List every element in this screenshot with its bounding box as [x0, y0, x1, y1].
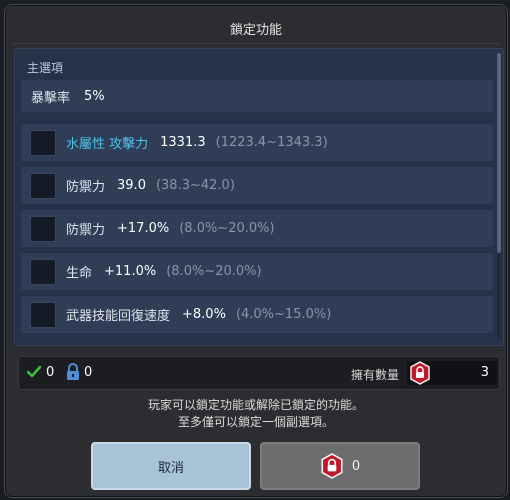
sub-stat-lock-checkbox[interactable] [30, 172, 56, 199]
main-stat-name: 暴擊率 [31, 90, 71, 106]
lock-gem-icon [410, 361, 430, 385]
sub-stat-range: (8.0%~20.0%) [179, 221, 275, 236]
sub-stat-row[interactable]: 水屬性 攻擊力 1331.3 (1223.4~1343.3) [21, 124, 493, 161]
lock-confirm-button[interactable]: 0 [260, 442, 420, 490]
sub-stat-row[interactable]: 防禦力 39.0 (38.3~42.0) [21, 167, 493, 204]
sub-stat-range: (8.0%~20.0%) [166, 264, 262, 279]
sub-stat-name: 生命 [66, 266, 93, 281]
sub-stat-name: 武器技能回復速度 [66, 309, 171, 324]
locked-count: 0 [84, 365, 93, 380]
check-icon [27, 365, 41, 378]
sub-stat-range: (1223.4~1343.3) [215, 135, 328, 150]
sub-stat-name: 防禦力 [66, 223, 106, 238]
owned-count-label: 擁有數量 [351, 368, 400, 382]
lock-function-dialog: 鎖定功能 主選項 暴擊率 5% 水屬性 攻擊力 1331.3 (1223.4~1… [4, 4, 508, 498]
dialog-title: 鎖定功能 [229, 23, 282, 38]
sub-stat-value: +8.0% [182, 307, 226, 322]
owned-count-box: 3 [407, 361, 497, 385]
main-stat-row: 暴擊率 5% [21, 80, 493, 112]
status-bar: 0 0 擁有數量 3 [18, 356, 500, 390]
lock-icon [67, 363, 79, 380]
sub-stat-value: +11.0% [104, 264, 157, 279]
confirm-cost-value: 0 [351, 458, 361, 474]
owned-count-value: 3 [480, 365, 489, 380]
lock-gem-icon [321, 453, 343, 479]
sub-stat-lock-checkbox[interactable] [30, 129, 56, 156]
info-text-line-2: 至多僅可以鎖定一個副選項。 [177, 415, 334, 429]
title-divider [13, 43, 499, 44]
sub-stat-lock-checkbox[interactable] [30, 215, 56, 242]
sub-stat-lock-checkbox[interactable] [30, 301, 56, 328]
main-option-header: 主選項 [27, 61, 64, 75]
sub-stat-value: 39.0 [117, 178, 146, 193]
sub-stat-row[interactable]: 武器技能回復速度 +8.0% (4.0%~15.0%) [21, 296, 493, 333]
sub-stat-name: 水屬性 攻擊力 [66, 137, 149, 152]
main-stat-value: 5% [84, 88, 105, 104]
cancel-button[interactable]: 取消 [91, 442, 251, 490]
cancel-button-label: 取消 [157, 460, 184, 476]
checked-count: 0 [46, 365, 55, 380]
sub-stat-value: 1331.3 [160, 135, 206, 150]
sub-stat-lock-checkbox[interactable] [30, 258, 56, 285]
sub-stat-row[interactable]: 生命 +11.0% (8.0%~20.0%) [21, 253, 493, 290]
sub-stat-range: (38.3~42.0) [155, 178, 235, 193]
scrollbar-thumb[interactable] [497, 53, 501, 253]
info-text-line-1: 玩家可以鎖定功能或解除已鎖定的功能。 [147, 398, 364, 412]
sub-stat-range: (4.0%~15.0%) [235, 307, 332, 322]
sub-stat-value: +17.0% [117, 221, 170, 236]
sub-stat-row[interactable]: 防禦力 +17.0% (8.0%~20.0%) [21, 210, 493, 247]
scrollbar[interactable] [497, 53, 501, 339]
options-panel: 主選項 暴擊率 5% 水屬性 攻擊力 1331.3 (1223.4~1343.3… [14, 48, 504, 346]
sub-stat-name: 防禦力 [66, 180, 106, 195]
